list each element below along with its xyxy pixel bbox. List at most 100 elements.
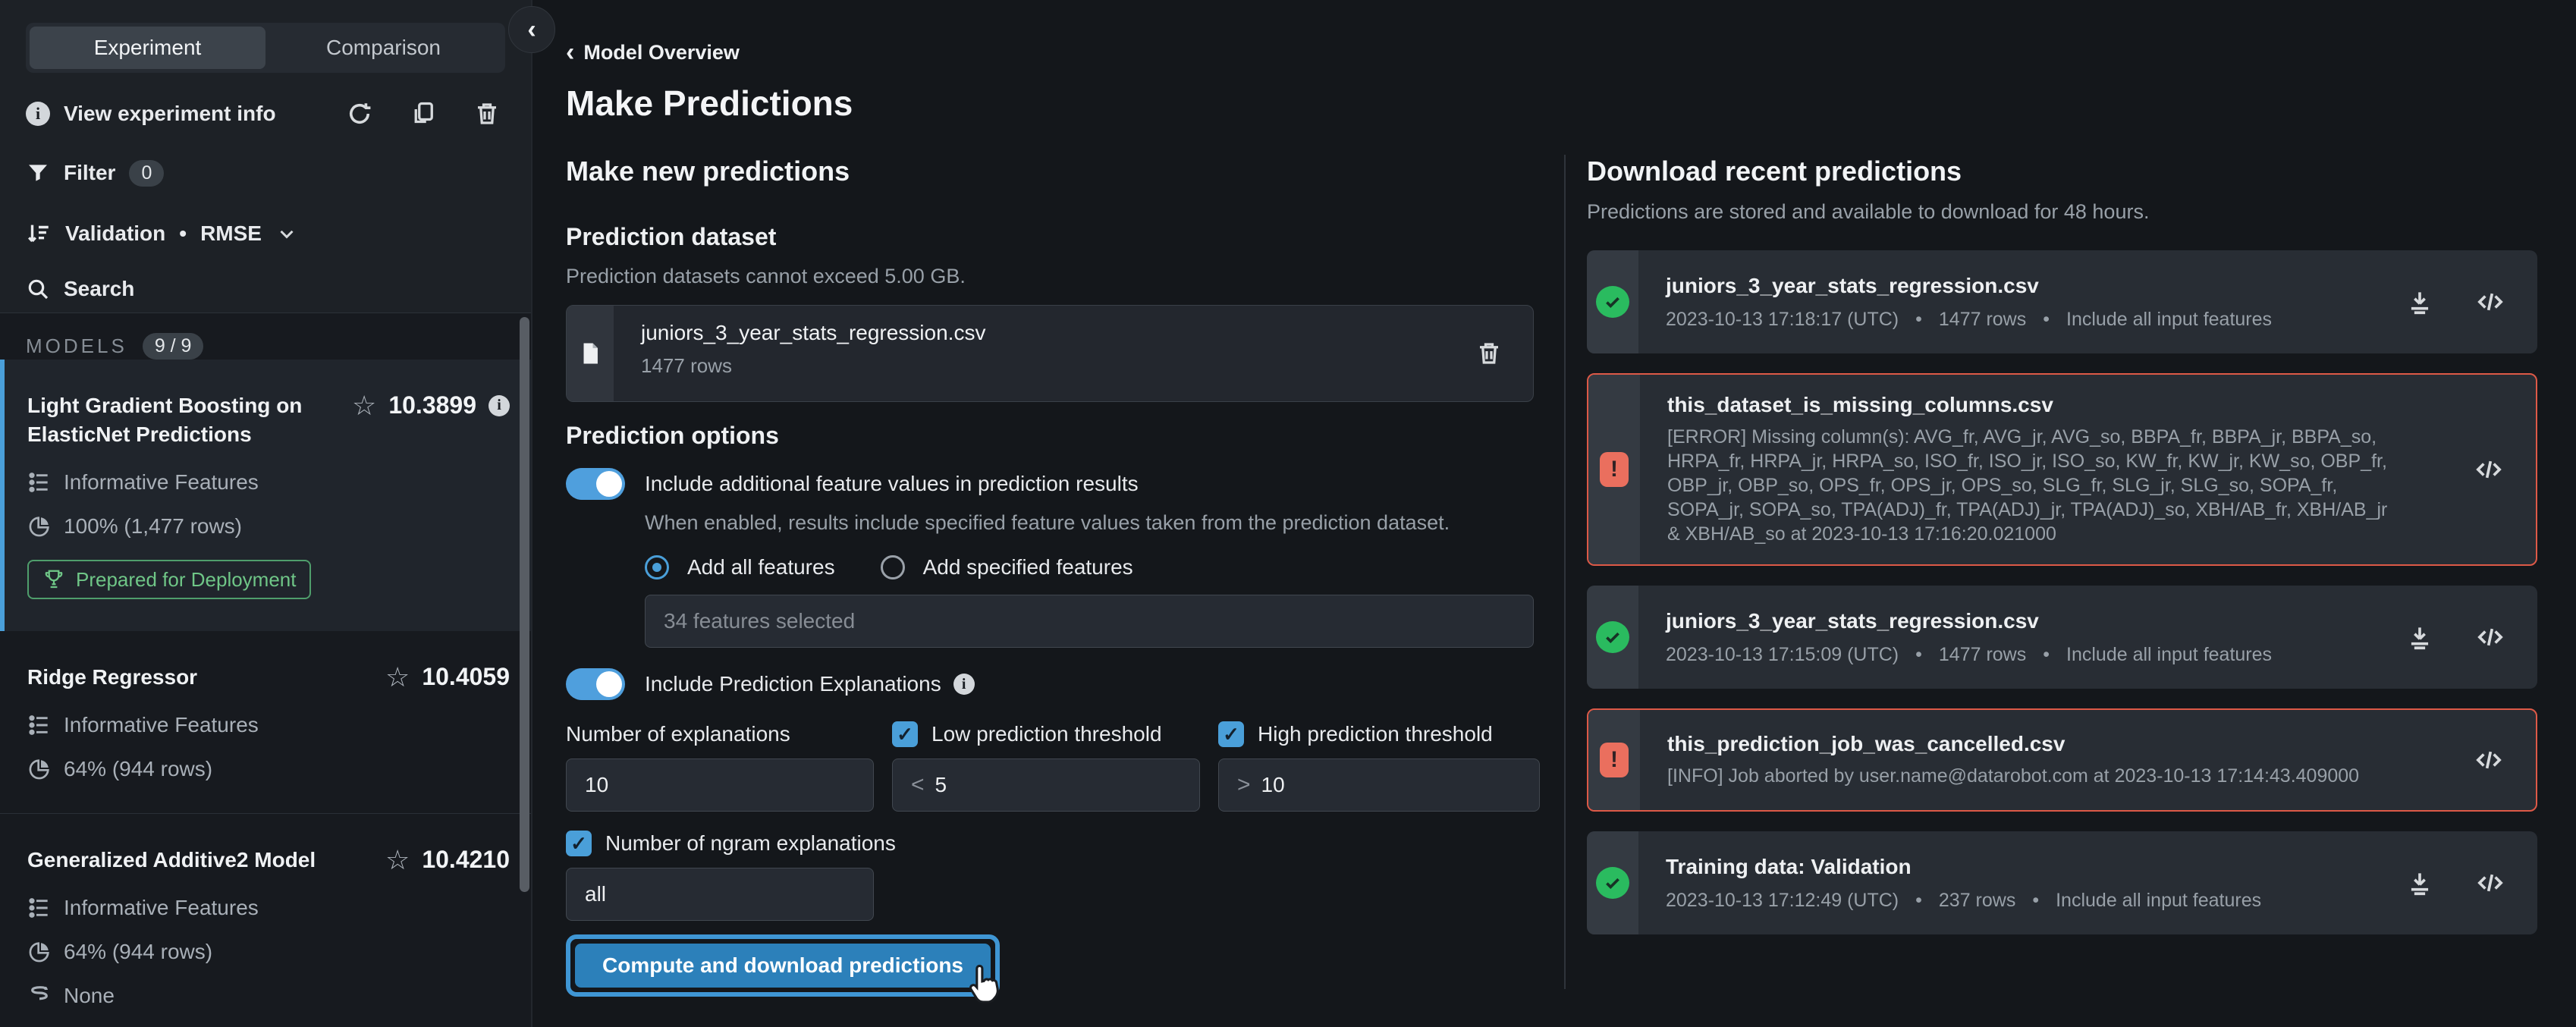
- code-icon[interactable]: [2475, 868, 2505, 898]
- models-scrollbar[interactable]: [520, 317, 529, 892]
- deploy-badge-label: Prepared for Deployment: [76, 568, 296, 592]
- status-strip: [1587, 586, 1638, 689]
- slices-label: None: [64, 984, 115, 1008]
- include-explanations-toggle[interactable]: [566, 668, 625, 700]
- app-window: Experiment Comparison i View experiment …: [0, 0, 2576, 1027]
- add-all-features-radio[interactable]: [645, 555, 669, 579]
- model-card-generalized-additive2[interactable]: Generalized Additive2 Model ☆ 10.4210 In…: [0, 813, 531, 1027]
- models-title: MODELS: [26, 334, 127, 358]
- star-icon[interactable]: ☆: [385, 664, 410, 691]
- remove-dataset-icon[interactable]: [1475, 340, 1503, 367]
- status-strip: !: [1588, 375, 1640, 564]
- column-divider: [1564, 155, 1566, 989]
- separator-dot: •: [2043, 309, 2050, 331]
- pie-chart-icon: [27, 940, 52, 964]
- high-threshold-field[interactable]: >: [1218, 758, 1540, 812]
- collapse-sidebar-button[interactable]: ‹: [508, 6, 555, 53]
- download-icon[interactable]: [2405, 623, 2434, 652]
- num-explanations-field[interactable]: [566, 758, 874, 812]
- sort-metric-label: RMSE: [200, 221, 262, 246]
- search-row[interactable]: Search: [26, 275, 505, 303]
- file-icon: [577, 341, 603, 366]
- feature-list-row: Informative Features: [27, 469, 510, 496]
- prediction-file-name: juniors_3_year_stats_regression.csv: [1666, 609, 2405, 633]
- recent-subtitle: Predictions are stored and available to …: [1587, 199, 2537, 225]
- dataset-icon-strip: [567, 306, 614, 401]
- prepared-for-deployment-badge: Prepared for Deployment: [27, 560, 311, 599]
- feature-list-label: Informative Features: [64, 470, 259, 495]
- high-threshold-input[interactable]: [1261, 773, 1521, 797]
- trash-icon[interactable]: [473, 100, 501, 127]
- prediction-dataset-card: juniors_3_year_stats_regression.csv 1477…: [566, 305, 1534, 402]
- status-strip: !: [1588, 710, 1640, 810]
- less-than-icon: <: [911, 772, 925, 798]
- add-specified-features-radio[interactable]: [881, 555, 905, 579]
- code-icon[interactable]: [2474, 745, 2504, 775]
- ngram-input[interactable]: [585, 882, 855, 906]
- greater-than-icon: >: [1237, 772, 1251, 798]
- prediction-file-name: juniors_3_year_stats_regression.csv: [1666, 274, 2405, 298]
- sort-descending-icon: [26, 221, 52, 247]
- download-icon[interactable]: [2405, 287, 2434, 316]
- section-title: Make new predictions: [566, 155, 1564, 188]
- prediction-features-note: Include all input features: [2066, 644, 2272, 666]
- feature-list-icon: [27, 713, 52, 737]
- include-features-toggle[interactable]: [566, 468, 625, 500]
- num-explanations-input[interactable]: [585, 773, 855, 797]
- explanations-info-icon[interactable]: i: [953, 674, 975, 695]
- model-score: 10.4059: [422, 663, 510, 691]
- feature-list-row: Informative Features: [27, 711, 510, 739]
- separator-dot: •: [1915, 890, 1922, 912]
- prediction-file-name: Training data: Validation: [1666, 855, 2405, 879]
- low-threshold-field[interactable]: <: [892, 758, 1200, 812]
- sample-size-row: 64% (944 rows): [27, 755, 510, 783]
- model-name: Ridge Regressor: [27, 663, 385, 692]
- features-selected-input[interactable]: [664, 609, 1515, 633]
- high-threshold-checkbox[interactable]: ✓: [1218, 721, 1244, 747]
- feature-list-row: Informative Features: [27, 894, 510, 922]
- model-score: 10.4210: [422, 846, 510, 874]
- ngram-checkbox[interactable]: ✓: [566, 831, 592, 856]
- slices-icon: [27, 984, 52, 1008]
- prediction-features-note: Include all input features: [2066, 309, 2272, 331]
- sample-size-label: 100% (1,477 rows): [64, 514, 242, 539]
- view-experiment-info-link[interactable]: View experiment info: [64, 102, 276, 126]
- low-threshold-input[interactable]: [935, 773, 1181, 797]
- prediction-dataset-title: Prediction dataset: [566, 221, 1564, 252]
- compute-download-button[interactable]: Compute and download predictions: [575, 944, 991, 988]
- include-explanations-label: Include Prediction Explanations: [645, 672, 941, 696]
- model-card-ridge-regressor[interactable]: Ridge Regressor ☆ 10.4059 Informative Fe…: [0, 631, 531, 813]
- download-recent-predictions-section: Download recent predictions Predictions …: [1587, 155, 2537, 989]
- filter-row[interactable]: Filter 0: [26, 158, 505, 188]
- recent-prediction-row: Training data: Validation 2023-10-13 17:…: [1587, 831, 2537, 934]
- code-icon[interactable]: [2474, 454, 2504, 485]
- recent-prediction-row: juniors_3_year_stats_regression.csv 2023…: [1587, 250, 2537, 353]
- models-count-badge: 9 / 9: [143, 333, 204, 360]
- tab-comparison[interactable]: Comparison: [265, 27, 501, 69]
- score-info-icon[interactable]: i: [488, 395, 510, 416]
- code-icon[interactable]: [2475, 622, 2505, 652]
- code-icon[interactable]: [2475, 287, 2505, 317]
- filter-label: Filter: [64, 161, 115, 185]
- pie-chart-icon: [27, 757, 52, 781]
- features-selected-field[interactable]: [645, 595, 1534, 648]
- success-check-icon: [1596, 621, 1629, 653]
- prediction-info-message: [INFO] Job aborted by user.name@datarobo…: [1667, 764, 2474, 788]
- back-to-model-overview-link[interactable]: ‹ Model Overview: [566, 41, 2576, 64]
- tab-experiment[interactable]: Experiment: [30, 27, 265, 69]
- refresh-icon[interactable]: [346, 100, 373, 127]
- star-icon[interactable]: ☆: [352, 392, 376, 419]
- error-exclamation-icon: !: [1600, 743, 1629, 777]
- copy-icon[interactable]: [410, 100, 437, 127]
- recent-title: Download recent predictions: [1587, 155, 2537, 188]
- download-icon[interactable]: [2405, 868, 2434, 897]
- sort-row[interactable]: Validation • RMSE: [26, 218, 505, 249]
- low-threshold-checkbox[interactable]: ✓: [892, 721, 918, 747]
- recent-prediction-row: juniors_3_year_stats_regression.csv 2023…: [1587, 586, 2537, 689]
- model-card-light-gradient-boosting[interactable]: Light Gradient Boosting on ElasticNet Pr…: [0, 360, 531, 631]
- star-icon[interactable]: ☆: [385, 846, 410, 874]
- ngram-field[interactable]: [566, 868, 874, 921]
- success-check-icon: [1596, 286, 1629, 318]
- high-threshold-label: High prediction threshold: [1258, 722, 1493, 746]
- experiment-actions: [346, 100, 501, 127]
